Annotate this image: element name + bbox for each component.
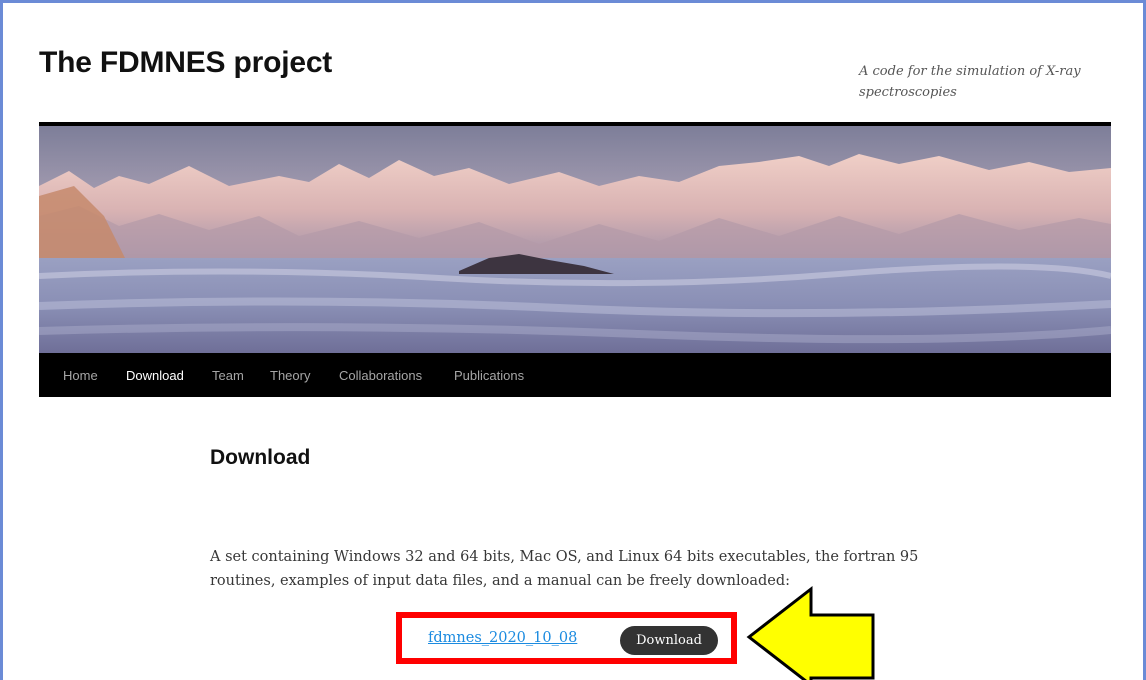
yellow-arrow-annotation (746, 585, 875, 680)
nav-item-download[interactable]: Download (126, 368, 184, 383)
site-title[interactable]: The FDMNES project (39, 46, 332, 80)
nav-item-home[interactable]: Home (63, 368, 98, 383)
download-file-link[interactable]: fdmnes_2020_10_08 (428, 630, 577, 646)
header-banner-image (39, 122, 1111, 353)
nav-item-collaborations[interactable]: Collaborations (339, 368, 422, 383)
nav-item-team[interactable]: Team (212, 368, 244, 383)
nav-item-publications[interactable]: Publications (454, 368, 524, 383)
download-button[interactable]: Download (620, 626, 718, 655)
page-title: Download (210, 446, 311, 469)
site-description: A code for the simulation of X-ray spect… (859, 64, 1081, 100)
main-navigation: Home Download Team Theory Collaborations… (39, 353, 1111, 397)
nav-item-theory[interactable]: Theory (270, 368, 310, 383)
